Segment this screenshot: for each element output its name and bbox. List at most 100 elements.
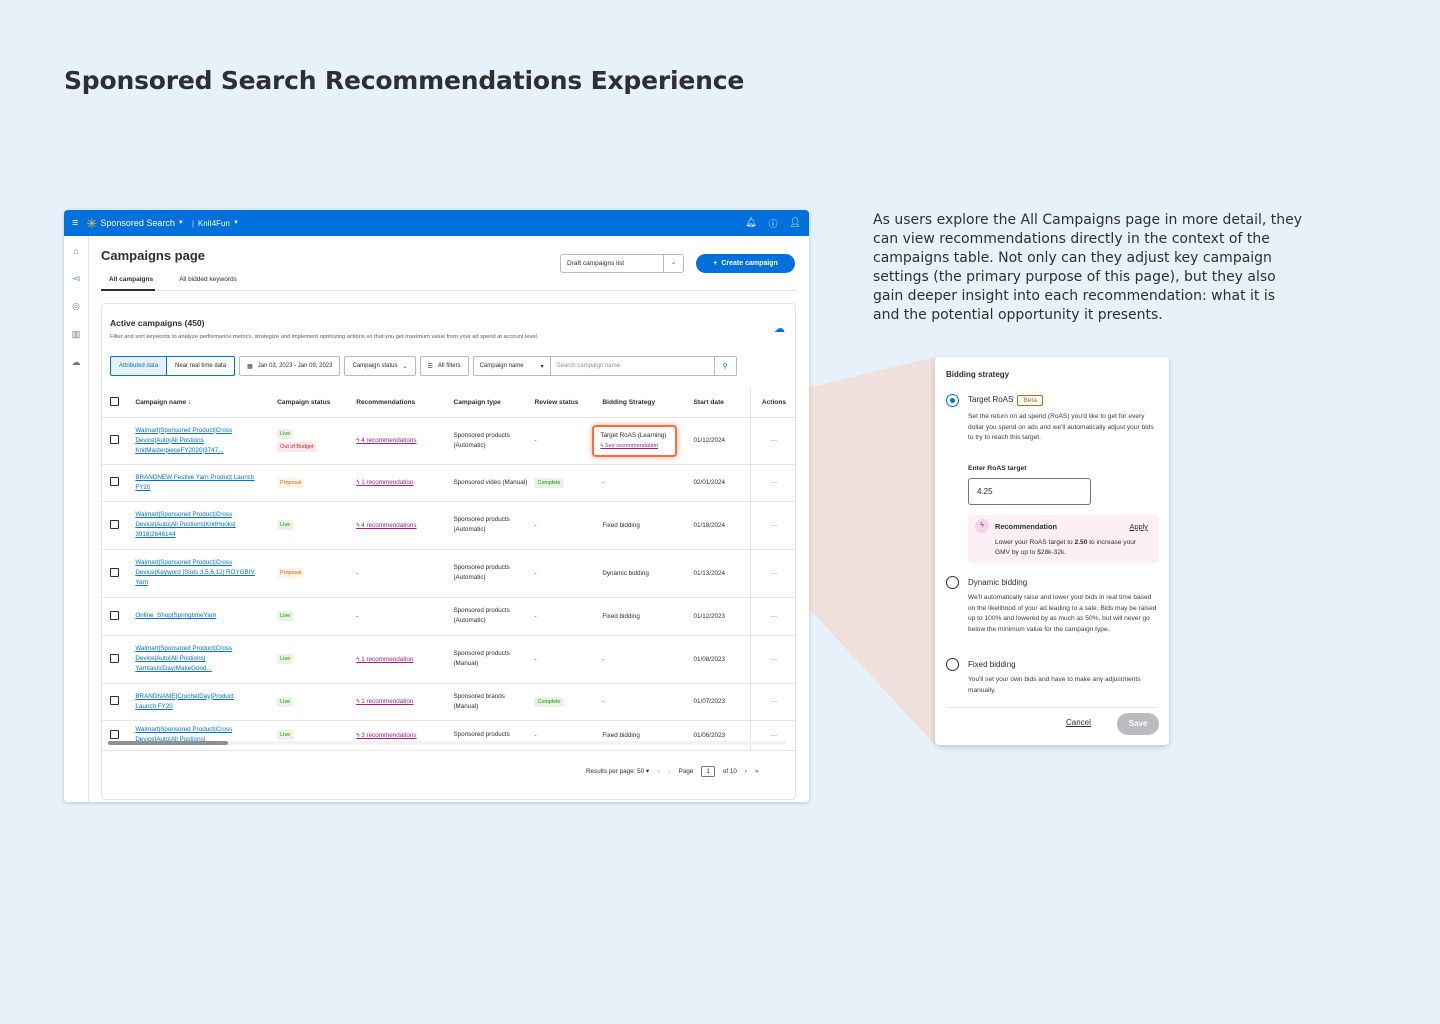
apply-recommendation-link[interactable]: Apply [1130, 522, 1149, 531]
home-icon[interactable]: ⌂ [73, 246, 78, 256]
target-roas-radio[interactable] [946, 394, 959, 407]
row-actions-menu[interactable]: ··· [749, 597, 795, 636]
row-actions-menu[interactable]: ··· [749, 464, 795, 502]
select-all-checkbox[interactable] [110, 396, 119, 406]
search-field-select[interactable]: Campaign name ▾ [474, 357, 551, 375]
campaign-name-link[interactable]: BRANDNEW Festive Yarn Product Launch FY2… [135, 473, 255, 493]
table-row[interactable]: Walmart|Sponsored Product|Cross Device|A… [102, 501, 795, 550]
row-checkbox[interactable] [110, 519, 119, 529]
row-checkbox[interactable] [110, 567, 119, 577]
row-actions-menu[interactable]: ··· [749, 549, 795, 598]
column-header[interactable]: Campaign name ↓ [129, 388, 272, 418]
column-header[interactable]: Campaign status [271, 388, 351, 418]
campaign-name-link[interactable]: Walmart|Sponsored Product|Cross Device|A… [135, 644, 255, 674]
campaign-type-cell: Sponsored products (Manual) [447, 635, 529, 684]
recommendations-link[interactable]: ϟ 1 recommendation [356, 479, 413, 486]
results-per-page-select[interactable]: Results per page: 50 ▾ [586, 768, 649, 775]
scrollbar-thumb[interactable] [108, 741, 228, 745]
target-roas-option[interactable]: Target RoAS Beta [968, 395, 1043, 406]
column-header[interactable]: Review status [528, 388, 597, 418]
row-checkbox[interactable] [110, 653, 119, 663]
table-row[interactable]: Walmart|Sponsored Product|Cross Device|A… [102, 417, 795, 465]
fixed-bidding-label[interactable]: Fixed bidding [968, 660, 1016, 669]
sort-arrow-icon[interactable]: ↓ [188, 399, 191, 406]
recommendations-link[interactable]: ϟ 1 recommendation [356, 698, 413, 705]
near-real-time-toggle[interactable]: Near real time data [167, 357, 234, 375]
campaign-name-link[interactable]: Online_Shop|SpringtimeYarn [135, 611, 255, 621]
dynamic-bidding-radio[interactable] [946, 576, 959, 589]
megaphone-icon[interactable]: ◅ [73, 273, 80, 284]
row-checkbox[interactable] [110, 729, 119, 739]
tab-all-campaigns[interactable]: All campaigns [101, 276, 156, 291]
last-page-icon[interactable]: » [755, 768, 759, 775]
row-checkbox[interactable] [110, 696, 119, 705]
bell-icon[interactable]: 🔔︎ [745, 217, 756, 230]
create-campaign-button[interactable]: + Create campaign [696, 254, 795, 273]
user-icon[interactable]: 👤︎ [790, 217, 801, 230]
table-header-row: Campaign name ↓ Campaign status Recommen… [102, 388, 795, 418]
bidding-strategy-highlight[interactable]: Target RoAS (Learning) ϟ See recommendati… [592, 424, 677, 457]
page-number-input[interactable]: 1 [701, 766, 715, 777]
see-recommendation-link[interactable]: ϟ See recommendation [600, 443, 658, 449]
draft-campaigns-select[interactable]: Draft campaigns list ⌄ [560, 254, 684, 273]
tab-all-bidded-keywords[interactable]: All bidded keywords [171, 276, 237, 291]
fixed-bidding-radio[interactable] [946, 658, 959, 671]
next-page-icon[interactable]: › [745, 768, 747, 775]
row-checkbox[interactable] [110, 435, 119, 444]
search-input[interactable]: Search campaign name [551, 357, 715, 375]
table-row[interactable]: BRANDNAME|CrochetDay|Product Launch FY20… [102, 683, 795, 721]
prev-page-icon[interactable]: ‹ [669, 768, 671, 775]
column-header[interactable]: Campaign type [447, 388, 529, 418]
campaign-status-filter[interactable]: Campaign status ⌄ [344, 356, 416, 376]
recommendations-link[interactable]: ϟ 4 recommendations [356, 437, 416, 444]
hamburger-menu-icon[interactable]: ≡ [72, 217, 78, 229]
campaign-name-link[interactable]: BRANDNAME|CrochetDay|Product Launch FY20 [135, 692, 255, 712]
campaign-status-cell: Live [271, 597, 351, 636]
row-actions-menu[interactable]: ··· [749, 501, 795, 550]
download-cloud-icon[interactable]: ☁ [774, 322, 785, 335]
attributed-data-toggle[interactable]: Attributed data [111, 357, 168, 375]
first-page-icon[interactable]: « [657, 768, 661, 775]
table-row[interactable]: BRANDNEW Festive Yarn Product Launch FY2… [102, 464, 795, 502]
campaign-name-link[interactable]: Walmart|Sponsored Product|Cross Device|A… [135, 510, 255, 540]
chevron-down-icon[interactable]: ▼ [178, 220, 184, 226]
campaign-status-cell: Live Out of Budget [271, 417, 351, 465]
table-row[interactable]: Walmart|Sponsored Product|Cross Device|A… [102, 635, 795, 684]
row-checkbox[interactable] [110, 477, 119, 486]
column-header[interactable]: Start date [687, 388, 751, 418]
all-filters-button[interactable]: ☰ All filters [419, 356, 469, 376]
account-switcher[interactable]: Knit4Fun [198, 219, 230, 228]
campaign-name-link[interactable]: Walmart|Sponsored Product|Cross Device|K… [135, 558, 255, 588]
recommendations-link[interactable]: ϟ 4 recommendations [356, 522, 416, 529]
chevron-down-icon[interactable]: ▼ [233, 220, 239, 226]
row-actions-menu[interactable]: ··· [749, 635, 795, 684]
campaign-name-link[interactable]: Walmart|Sponsored Product|Cross Device|A… [135, 426, 255, 456]
horizontal-scrollbar[interactable] [108, 741, 786, 745]
help-icon[interactable]: ⓘ [769, 217, 778, 230]
date-range-picker[interactable]: ▦ Jan 03, 2023 - Jan 09, 2023 [239, 356, 341, 376]
recommendations-count: 3 recommendations [361, 731, 417, 739]
table-row[interactable]: Walmart|Sponsored Product|Cross Device|K… [102, 549, 795, 598]
save-button[interactable]: Save [1117, 713, 1159, 735]
target-icon[interactable]: ◎ [72, 301, 80, 312]
row-actions-menu[interactable]: ··· [749, 720, 795, 751]
start-date-cell: 01/07/2023 [687, 683, 751, 721]
cloud-icon[interactable]: ☁ [72, 357, 81, 368]
cancel-button[interactable]: Cancel [1066, 718, 1091, 727]
table-row[interactable]: Online_Shop|SpringtimeYarn Live - Sponso… [102, 597, 795, 636]
column-header[interactable]: Bidding Strategy [596, 388, 688, 418]
column-header[interactable]: Recommendations [350, 388, 448, 418]
dynamic-bidding-label[interactable]: Dynamic bidding [968, 578, 1027, 587]
search-icon[interactable]: ⚲ [715, 357, 736, 375]
row-checkbox[interactable] [110, 610, 119, 620]
recommendations-link[interactable]: ϟ 1 recommendation [356, 656, 413, 663]
table-row[interactable]: Walmart|Sponsored Product|Cross Device|A… [102, 720, 795, 751]
recommendations-link[interactable]: ϟ 3 recommendations [356, 732, 416, 739]
product-switcher[interactable]: Sponsored Search [100, 218, 175, 228]
row-select-cell [102, 549, 130, 598]
row-actions-menu[interactable]: ··· [749, 417, 795, 465]
bar-chart-icon[interactable]: ▥ [72, 329, 81, 340]
row-actions-menu[interactable]: ··· [749, 683, 795, 721]
roas-target-input[interactable]: 4.25 [968, 478, 1091, 505]
recommendations-cell: ϟ 1 recommendation [350, 635, 448, 684]
